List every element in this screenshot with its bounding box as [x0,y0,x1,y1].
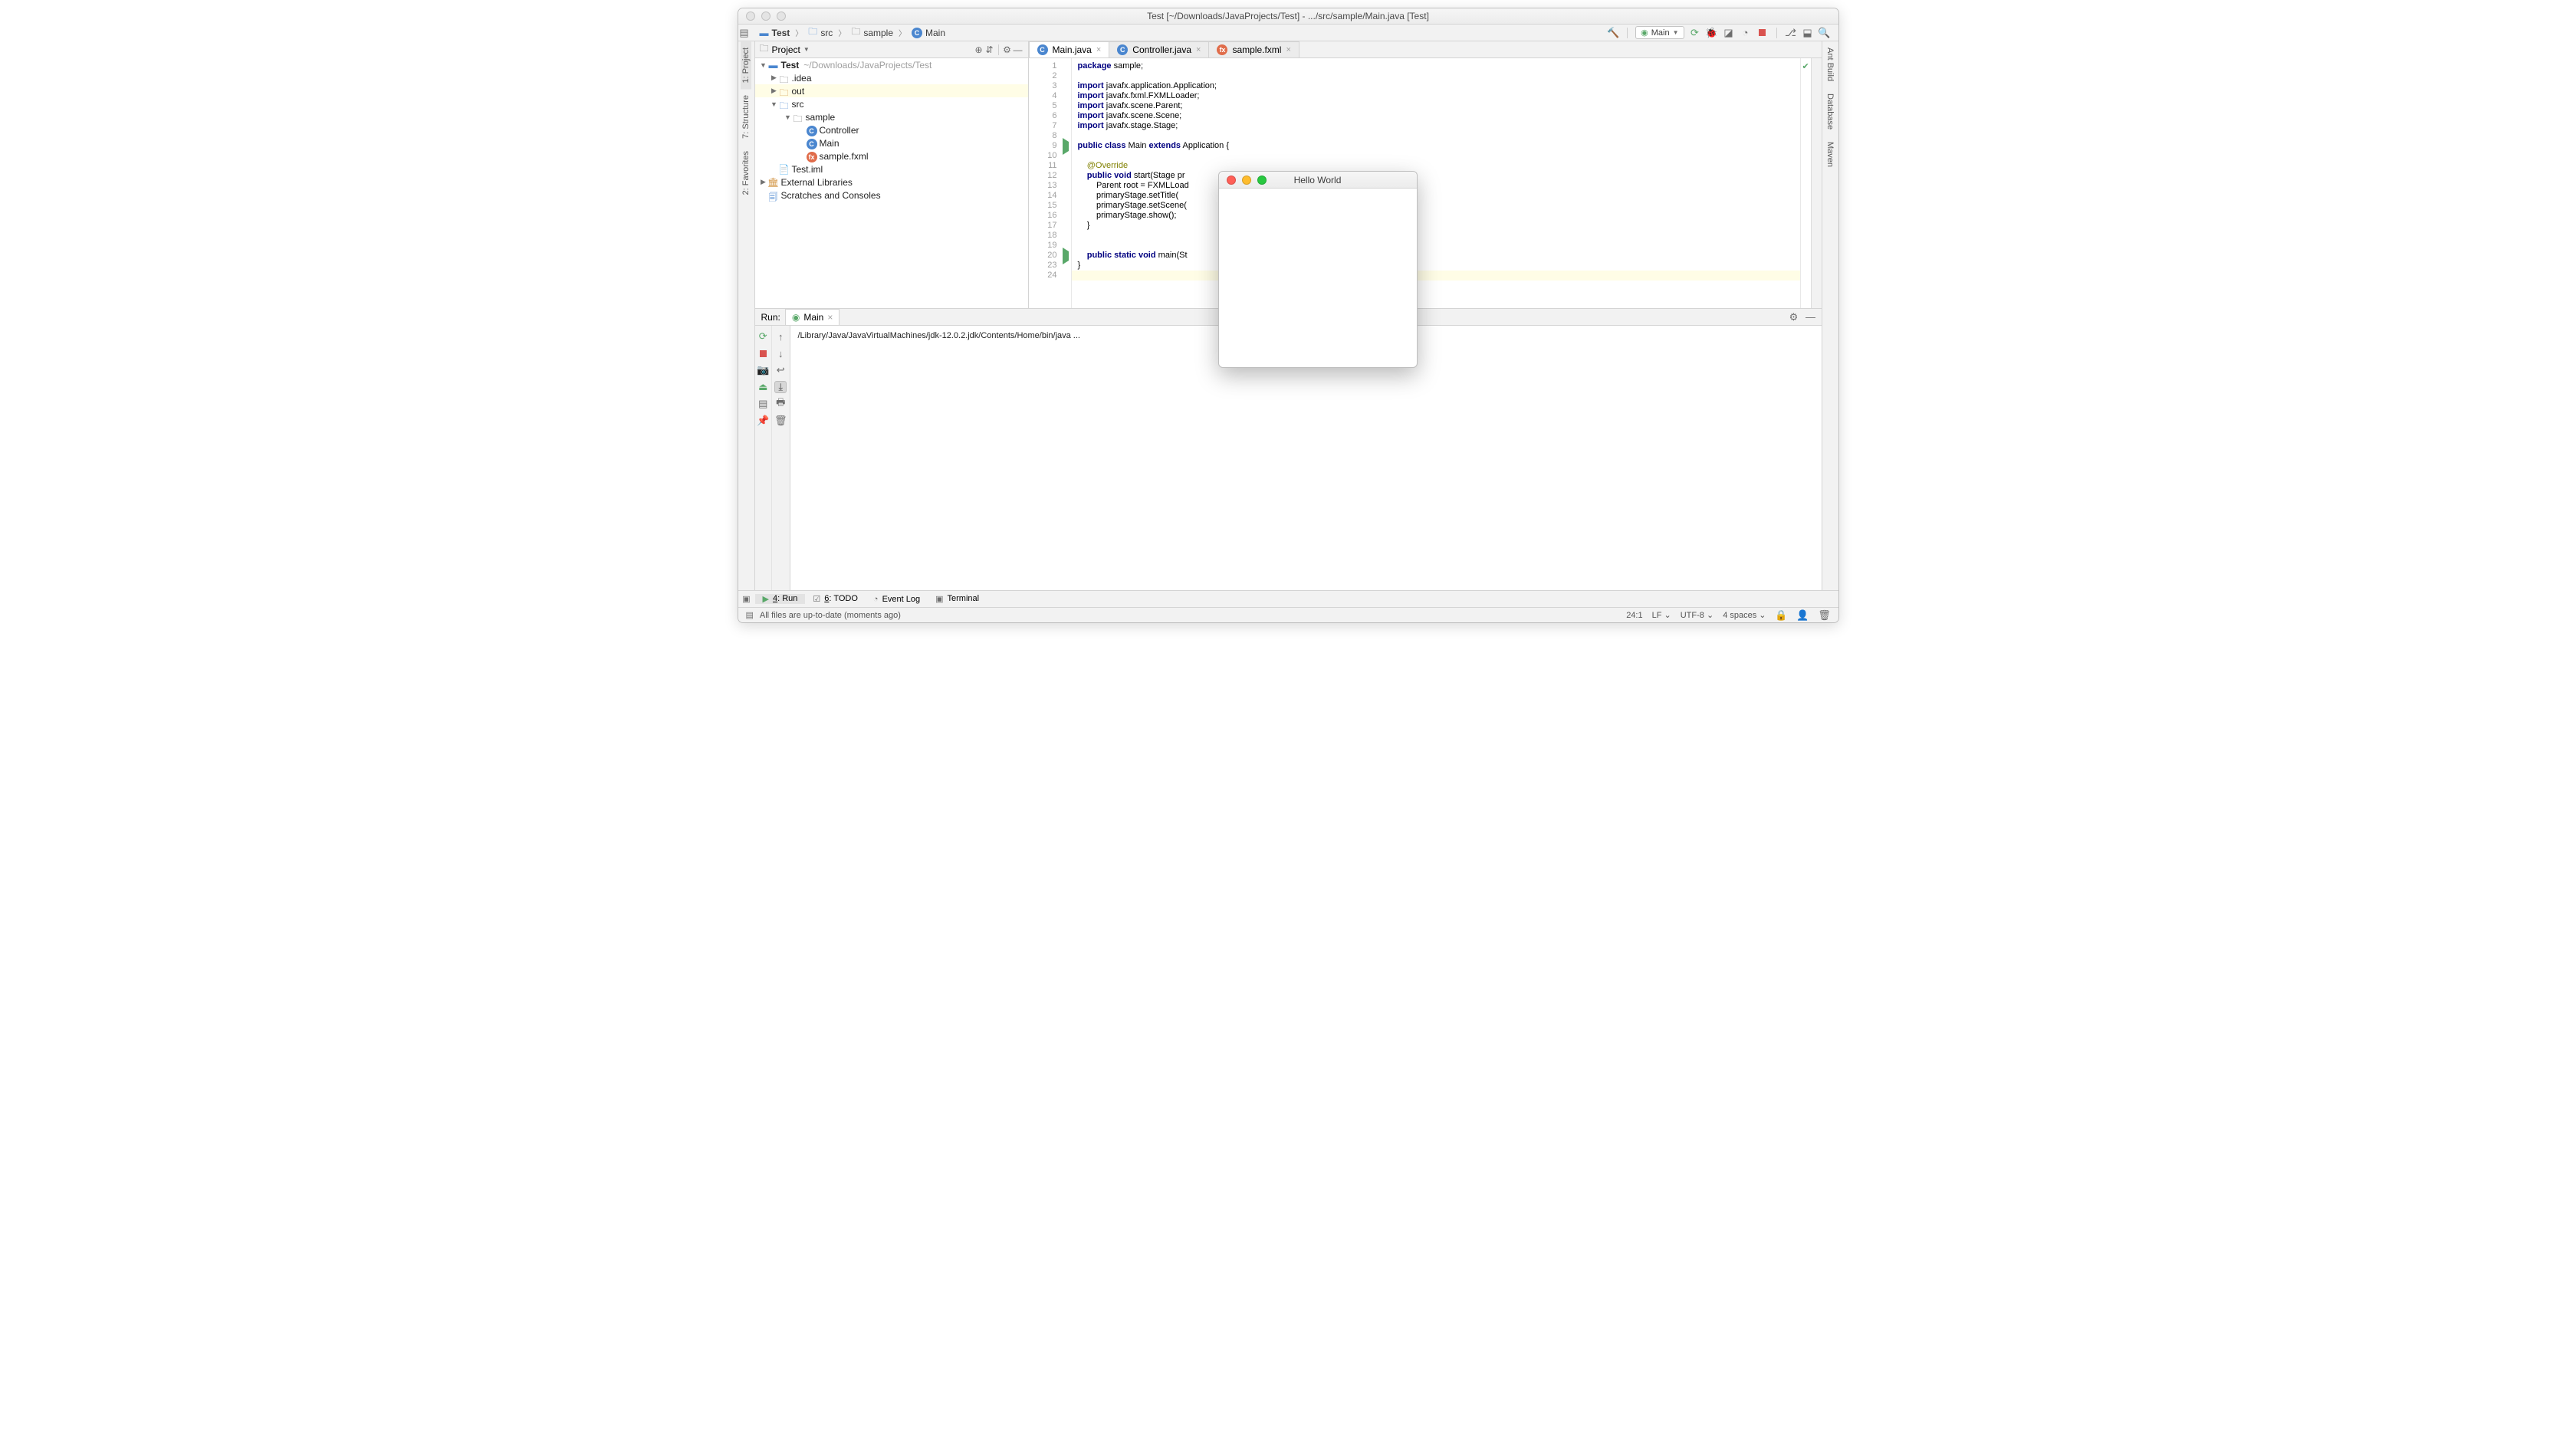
scroll-end-button[interactable]: ⤓ [774,381,787,393]
inspect-icon[interactable]: 👤 [1797,609,1809,622]
layout-button[interactable]: ▤ [757,398,769,410]
breadcrumb-item[interactable]: CMain [910,28,947,38]
breadcrumb: ▬Test〉 🗀src〉 🗀sample〉 CMain [751,25,1608,41]
tree-idea[interactable]: ▶🗀.idea [755,71,1028,84]
close-icon[interactable]: × [1096,45,1101,54]
stop-button[interactable] [1756,27,1769,39]
close-icon[interactable]: × [1286,45,1290,54]
project-icon: ▤ [738,27,751,39]
softwrap-button[interactable]: ↩ [774,364,787,376]
breadcrumb-item[interactable]: ▬Test [758,28,792,38]
editor-tab[interactable]: CMain.java× [1029,41,1110,57]
breadcrumb-item[interactable]: 🗀src [807,25,834,41]
dump-button[interactable]: 📷 [757,364,769,376]
bottom-tab-run[interactable]: ▶4: 4: RunRun [755,594,806,604]
status-caret[interactable]: 24:1 [1626,611,1642,620]
statusbar-icon: ▤ [746,610,754,620]
tree-root[interactable]: ▼▬Test~/Downloads/JavaProjects/Test [755,58,1028,71]
search-everywhere-button[interactable]: 🔍 [1819,27,1831,39]
sidebar-tab-ant[interactable]: Ant Build [1825,41,1835,87]
up-button[interactable]: ↑ [774,330,787,343]
clear-button[interactable]: 🗑 [774,415,787,427]
update-button[interactable]: ⬓ [1802,27,1814,39]
lock-icon[interactable]: 🔒 [1776,609,1788,622]
no-errors-icon: ✔ [1802,61,1809,71]
locate-icon[interactable]: ⊕ [974,44,984,55]
bottom-tab-eventlog[interactable]: ◔Event Log [866,595,928,604]
status-message: All files are up-to-date (moments ago) [760,611,901,620]
window-title: Test [~/Downloads/JavaProjects/Test] - .… [738,11,1838,21]
tree-out[interactable]: ▶🗀out [755,84,1028,97]
toolwindow-toggle-icon[interactable]: ▣ [738,594,755,604]
sidebar-tab-structure[interactable]: 7: Structure [741,89,751,145]
tree-fxml[interactable]: fxsample.fxml [755,149,1028,162]
profile-button[interactable]: ◔ [1740,27,1752,39]
run-config-selector[interactable]: ◉ Main ▼ [1635,26,1684,39]
run-side-toolbar: ⟳ 📷 ⏏ ▤ 📌 ↑ ↓ ↩ ⤓ 🖶 [755,326,790,590]
tree-ext[interactable]: ▶🏛External Libraries [755,176,1028,189]
run-label: Run: [761,312,780,323]
close-icon[interactable]: × [1196,45,1201,54]
chevron-down-icon[interactable]: ▼ [800,46,810,53]
project-pane-title[interactable]: Project [769,44,800,55]
code-editor[interactable]: 12345678910111213141516171819202324 pack… [1029,58,1822,308]
expand-icon[interactable]: ⇵ [984,44,995,55]
bottom-tab-todo[interactable]: ☑6: TODO [805,594,866,604]
fx-window-title: Hello World [1219,175,1417,185]
tree-pkg[interactable]: ▼🗀sample [755,110,1028,123]
tree-iml[interactable]: 📄Test.iml [755,162,1028,176]
sidebar-tab-maven[interactable]: Maven [1825,136,1835,173]
debug-button[interactable]: 🐞 [1706,27,1718,39]
hide-icon[interactable]: — [1013,44,1024,55]
project-tree[interactable]: ▼▬Test~/Downloads/JavaProjects/Test ▶🗀.i… [755,58,1028,308]
ide-titlebar: Test [~/Downloads/JavaProjects/Test] - .… [738,8,1838,25]
print-button[interactable]: 🖶 [774,398,787,410]
stop-button[interactable] [757,347,769,359]
editor-tabs: CMain.java× CController.java× fxsample.f… [1029,41,1822,58]
bottom-tab-terminal[interactable]: ▣Terminal [928,594,987,604]
javafx-app-window[interactable]: Hello World [1218,171,1418,368]
folder-icon: 🗀 [760,41,769,57]
status-indent[interactable]: 4 spaces ⌄ [1723,610,1766,620]
trash-icon[interactable]: 🗑 [1819,609,1831,622]
tree-src[interactable]: ▼🗀src [755,97,1028,110]
sidebar-tab-project[interactable]: 1: Project [741,41,751,89]
gear-icon[interactable]: ⚙ [1002,44,1013,55]
tree-controller[interactable]: CController [755,123,1028,136]
sidebar-tab-favorites[interactable]: 2: Favorites [741,145,751,201]
run-button[interactable]: ⟳ [1689,27,1701,39]
hide-icon[interactable]: — [1805,311,1817,323]
status-encoding[interactable]: UTF-8 ⌄ [1681,610,1714,620]
status-linesep[interactable]: LF ⌄ [1652,610,1671,620]
pin-button[interactable]: 📌 [757,415,769,427]
sidebar-tab-database[interactable]: Database [1825,87,1835,136]
tree-main[interactable]: CMain [755,136,1028,149]
error-stripe[interactable]: ✔ [1800,58,1811,308]
build-button[interactable]: 🔨 [1607,27,1619,39]
vcs-button[interactable]: ⎇ [1785,27,1797,39]
editor-tab[interactable]: fxsample.fxml× [1208,41,1299,57]
gear-icon[interactable]: ⚙ [1788,311,1800,323]
editor-scrollbar[interactable] [1811,58,1822,308]
exit-button[interactable]: ⏏ [757,381,769,393]
breadcrumb-item[interactable]: 🗀sample [849,25,895,41]
rerun-button[interactable]: ⟳ [757,330,769,343]
close-icon[interactable]: × [827,312,833,323]
editor-tab[interactable]: CController.java× [1109,41,1209,57]
tree-scratch[interactable]: 🗐Scratches and Consoles [755,189,1028,202]
down-button[interactable]: ↓ [774,347,787,359]
coverage-button[interactable]: ◪ [1723,27,1735,39]
run-tab[interactable]: ◉Main× [785,309,840,325]
